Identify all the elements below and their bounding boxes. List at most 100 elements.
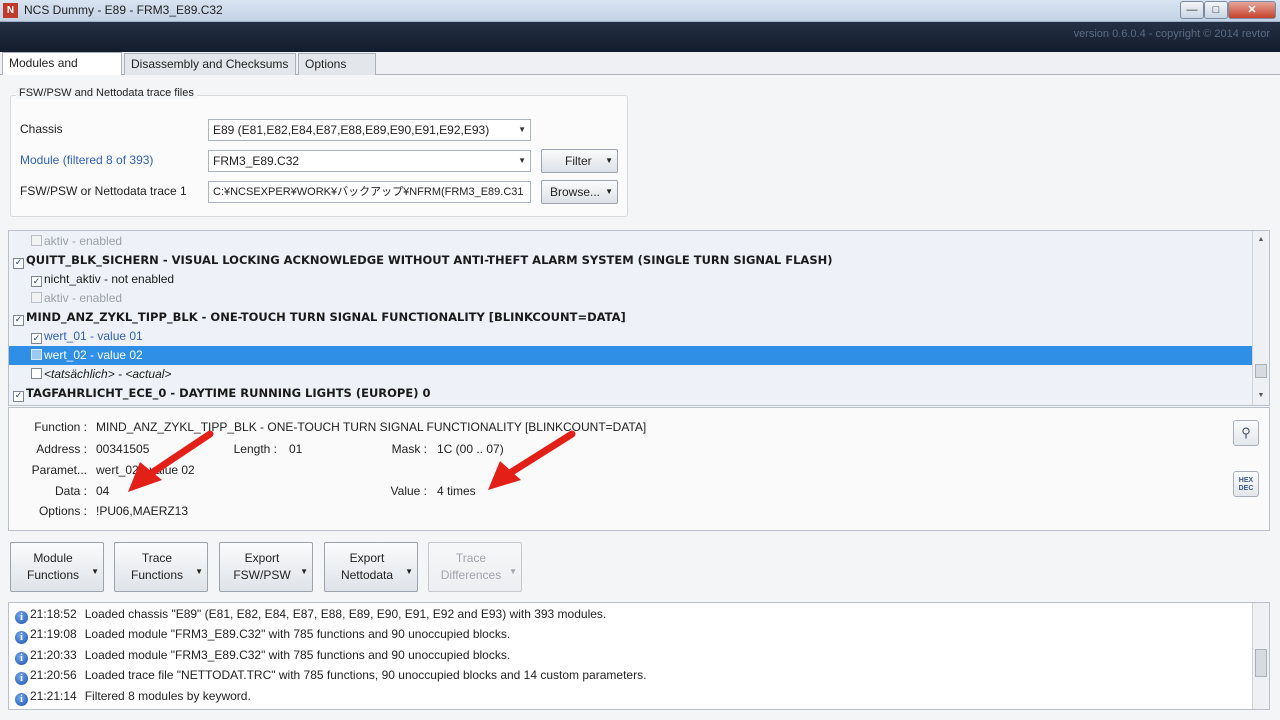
- tree-option-row[interactable]: <tatsächlich> - <actual>: [9, 365, 1253, 384]
- checkbox[interactable]: ✓: [31, 276, 42, 287]
- tree-row-label: nicht_aktiv - not enabled: [44, 405, 174, 406]
- parameter-label: Paramet...: [31, 463, 87, 477]
- length-label: Length :: [233, 442, 277, 456]
- options-value: !PU06,MAERZ13: [96, 504, 189, 518]
- tree-option-row[interactable]: ✓ wert_01 - value 01: [9, 327, 1253, 346]
- tree-row-label: TAGFAHRLICHT_ECE_0 - DAYTIME RUNNING LIG…: [26, 386, 431, 400]
- checkbox[interactable]: ✓: [13, 315, 24, 326]
- tab-modules-and-traces[interactable]: Modules and Traces: [2, 52, 122, 90]
- value-value: 4 times: [437, 484, 476, 498]
- tree-function-row[interactable]: ✓ QUITT_BLK_SICHERN - VISUAL LOCKING ACKN…: [9, 251, 1253, 270]
- info-icon: i: [15, 693, 28, 706]
- length-value: 01: [289, 442, 303, 456]
- search-icon[interactable]: ⚲: [1233, 420, 1259, 446]
- log-message: Loaded module "FRM3_E89.C32" with 785 fu…: [84, 648, 511, 662]
- value-label: Value :: [390, 484, 427, 498]
- tree-scrollbar[interactable]: ▲ ▼: [1252, 231, 1269, 405]
- log-time: 21:21:14: [30, 689, 77, 703]
- minimize-button[interactable]: —: [1180, 1, 1204, 19]
- toolbar-button-line2: FSW/PSW: [233, 568, 291, 582]
- trace-label: FSW/PSW or Nettodata trace 1: [20, 184, 187, 198]
- tree-option-row[interactable]: wert_02 - value 02: [9, 346, 1253, 365]
- tree-function-row[interactable]: ✓ MIND_ANZ_ZYKL_TIPP_BLK - ONE-TOUCH TURN…: [9, 308, 1253, 327]
- function-tree[interactable]: aktiv - enabled ✓ QUITT_BLK_SICHERN - VISU…: [8, 230, 1270, 406]
- tree-function-row[interactable]: ✓ TAGFAHRLICHT_ECE_0 - DAYTIME RUNNING LI…: [9, 384, 1253, 403]
- info-icon: i: [15, 652, 28, 665]
- version-text: version 0.6.0.4 - copyright © 2014 revto…: [1073, 28, 1270, 40]
- tree-row-label: nicht_aktiv - not enabled: [44, 272, 175, 286]
- module-select-value: FRM3_E89.C32: [213, 154, 300, 168]
- tree-option-row[interactable]: aktiv - enabled: [9, 232, 1253, 251]
- scroll-thumb[interactable]: [1255, 364, 1267, 378]
- log-entry[interactable]: i 21:20:33 Loaded module "FRM3_E89.C32" wi…: [15, 645, 510, 665]
- chassis-select[interactable]: E89 (E81,E82,E84,E87,E88,E89,E90,E91,E92…: [208, 119, 531, 141]
- chevron-down-icon: ▼: [195, 567, 203, 576]
- log-message: Loaded module "FRM3_E89.C32" with 785 fu…: [84, 627, 511, 641]
- browse-button-label: Browse...: [550, 185, 601, 199]
- tab-disassembly-and-checksums[interactable]: Disassembly and Checksums: [124, 53, 296, 75]
- toolbar-button-line2: Functions: [26, 568, 80, 582]
- scroll-down-icon[interactable]: ▼: [1253, 389, 1269, 403]
- browse-button[interactable]: Browse... ▼: [541, 180, 618, 204]
- checkbox[interactable]: ✓: [31, 333, 42, 344]
- chevron-down-icon: ▼: [518, 156, 526, 165]
- parameter-value: wert_02 - value 02: [96, 463, 195, 477]
- tree-row-label: aktiv - enabled: [44, 234, 123, 248]
- chassis-select-value: E89 (E81,E82,E84,E87,E88,E89,E90,E91,E92…: [213, 123, 490, 137]
- toolbar-button-trace-functions[interactable]: Trace Functions ▼: [114, 542, 208, 592]
- log-entry[interactable]: i 21:21:14 Filtered 8 modules by keyword.: [15, 686, 251, 706]
- options-label: Options :: [38, 504, 87, 518]
- filter-button[interactable]: Filter ▼: [541, 149, 618, 173]
- address-value: 00341505: [96, 442, 150, 456]
- scroll-up-icon[interactable]: ▲: [1253, 233, 1269, 247]
- checkbox[interactable]: [31, 292, 42, 303]
- module-select[interactable]: FRM3_E89.C32 ▼: [208, 150, 531, 172]
- toolbar-button-export-fsw-psw[interactable]: Export FSW/PSW ▼: [219, 542, 313, 592]
- header-banner: version 0.6.0.4 - copyright © 2014 revto…: [0, 22, 1280, 52]
- chevron-down-icon: ▼: [405, 567, 413, 576]
- log-scrollbar[interactable]: [1252, 603, 1269, 709]
- log-time: 21:18:52: [30, 607, 77, 621]
- checkbox[interactable]: [31, 349, 42, 360]
- scroll-thumb[interactable]: [1255, 649, 1267, 677]
- app-icon: N: [3, 3, 18, 18]
- info-icon: i: [15, 631, 28, 644]
- tree-option-row[interactable]: ✓ nicht_aktiv - not enabled: [9, 270, 1253, 289]
- module-label: Module (filtered 8 of 393): [20, 153, 154, 167]
- chevron-down-icon: ▼: [605, 187, 613, 196]
- maximize-button[interactable]: □: [1204, 1, 1228, 19]
- toolbar-button-export-nettodata[interactable]: Export Nettodata ▼: [324, 542, 418, 592]
- log-message: Loaded chassis "E89" (E81, E82, E84, E87…: [84, 607, 607, 621]
- checkbox[interactable]: ✓: [13, 258, 24, 269]
- window-title: NCS Dummy - E89 - FRM3_E89.C32: [24, 3, 223, 17]
- checkbox[interactable]: [31, 368, 42, 379]
- info-icon: i: [15, 672, 28, 685]
- trace-path-field[interactable]: C:¥NCSEXPER¥WORK¥バックアップ¥NFRM(FRM3_E89.C3…: [208, 181, 531, 203]
- tree-option-row[interactable]: aktiv - enabled: [9, 289, 1253, 308]
- log-entry[interactable]: i 21:20:56 Loaded trace file "NETTODAT.TRC…: [15, 665, 646, 685]
- toolbar-button-module-functions[interactable]: Module Functions ▼: [10, 542, 104, 592]
- tree-row-label: aktiv - enabled: [44, 291, 123, 305]
- toolbar-button-line1: Trace: [455, 551, 487, 565]
- tree-option-row[interactable]: nicht_aktiv - not enabled: [9, 403, 1253, 406]
- toolbar-button-trace-differences[interactable]: Trace Differences ▼: [428, 542, 522, 592]
- tree-row-label: wert_02 - value 02: [44, 348, 143, 362]
- chevron-down-icon: ▼: [605, 156, 613, 165]
- checkbox[interactable]: [31, 235, 42, 246]
- chevron-down-icon: ▼: [509, 567, 517, 576]
- checkbox[interactable]: ✓: [13, 391, 24, 402]
- mask-value: 1C (00 .. 07): [437, 442, 504, 456]
- log-time: 21:20:56: [30, 668, 77, 682]
- hex-dec-icon[interactable]: HEX DEC: [1233, 471, 1259, 497]
- tab-options[interactable]: Options: [298, 53, 376, 75]
- tree-row-label: MIND_ANZ_ZYKL_TIPP_BLK - ONE-TOUCH TURN …: [26, 310, 626, 324]
- log-panel[interactable]: i 21:18:52 Loaded chassis "E89" (E81, E82,…: [8, 602, 1270, 710]
- toolbar-button-line2: Nettodata: [340, 568, 394, 582]
- log-entry[interactable]: i 21:19:08 Loaded module "FRM3_E89.C32" wi…: [15, 624, 510, 644]
- tree-row-label: wert_01 - value 01: [44, 329, 143, 343]
- toolbar-button-line1: Export: [244, 551, 280, 565]
- log-entry[interactable]: i 21:18:52 Loaded chassis "E89" (E81, E82,…: [15, 604, 606, 624]
- info-icon: i: [15, 611, 28, 624]
- log-time: 21:19:08: [30, 627, 77, 641]
- close-button[interactable]: ✕: [1228, 1, 1276, 19]
